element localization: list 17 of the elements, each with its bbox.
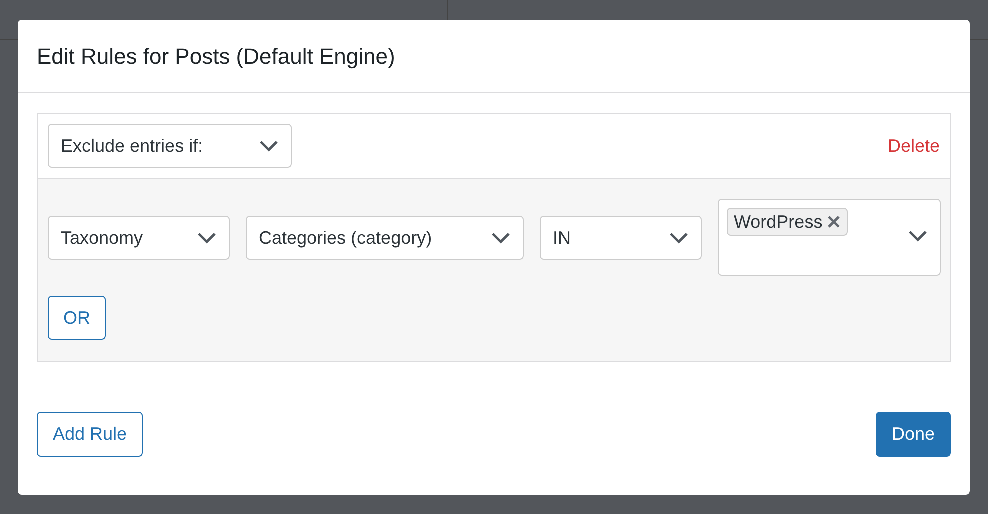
chevron-down-icon xyxy=(669,232,689,244)
tag-select[interactable]: WordPress xyxy=(718,199,941,276)
dialog-title: Edit Rules for Posts (Default Engine) xyxy=(37,42,396,71)
dropdown-select[interactable]: Exclude entries if: xyxy=(48,124,292,168)
chevron-down-icon xyxy=(259,140,279,152)
close-icon[interactable] xyxy=(826,215,841,229)
tag-chip: WordPress xyxy=(727,208,848,236)
or-button[interactable]: OR xyxy=(48,296,106,340)
done-button[interactable]: Done xyxy=(876,412,951,457)
add-rule-button[interactable]: Add Rule xyxy=(37,412,144,457)
dropdown-select[interactable]: IN xyxy=(540,216,702,260)
dropdown-select[interactable]: Categories (category) xyxy=(246,216,524,260)
delete-link[interactable]: Delete xyxy=(888,132,940,160)
chevron-down-icon xyxy=(908,230,928,242)
chevron-down-icon xyxy=(197,232,217,244)
dropdown-select[interactable]: Taxonomy xyxy=(48,216,230,260)
chevron-down-icon xyxy=(491,232,511,244)
